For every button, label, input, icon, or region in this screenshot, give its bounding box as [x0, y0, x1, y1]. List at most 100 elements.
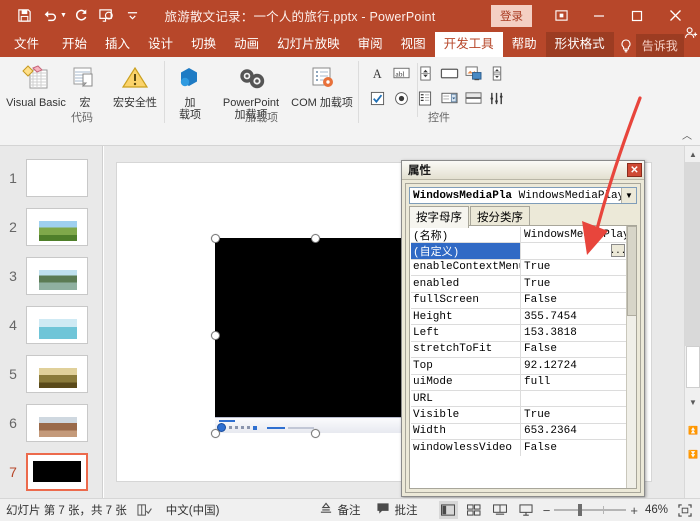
tab-home[interactable]: 开始: [53, 32, 96, 57]
thumbnail-slide-2[interactable]: 2: [0, 203, 103, 251]
windows-media-player-object[interactable]: [215, 238, 415, 433]
properties-grid-scrollbar[interactable]: [626, 226, 636, 488]
property-value[interactable]: True: [521, 407, 626, 422]
table-row[interactable]: Left 153.3818: [411, 325, 626, 341]
table-row[interactable]: Visible True: [411, 407, 626, 423]
property-value[interactable]: 92.12724: [521, 358, 626, 373]
fit-slide-icon[interactable]: [675, 501, 694, 519]
tab-view[interactable]: 视图: [392, 32, 435, 57]
maximize-icon[interactable]: [618, 0, 656, 31]
optionbutton-control-icon[interactable]: [391, 88, 411, 108]
properties-dialog-close-icon[interactable]: ✕: [627, 163, 642, 177]
spellcheck-icon[interactable]: [137, 503, 152, 517]
property-value[interactable]: full: [521, 375, 626, 390]
media-volume-track[interactable]: [288, 427, 314, 429]
property-value[interactable]: False: [521, 342, 626, 357]
tab-animations[interactable]: 动画: [225, 32, 268, 57]
notes-button[interactable]: 备注: [319, 502, 360, 518]
vertical-scrollbar[interactable]: ▲ ▼ ⏫ ⏬: [684, 146, 700, 498]
language-label[interactable]: 中文(中国): [166, 502, 220, 518]
zoom-track[interactable]: [554, 509, 626, 511]
selection-handle-middle-left[interactable]: [211, 331, 220, 340]
chevron-down-icon[interactable]: ▼: [621, 188, 636, 203]
table-row-selected[interactable]: (自定义) ...: [411, 243, 626, 259]
undo-dropdown-icon[interactable]: ▼: [60, 12, 67, 19]
properties-dialog[interactable]: 属性 ✕ WindowsMediaPla WindowsMediaPlayer …: [401, 160, 645, 497]
comments-button[interactable]: 批注: [376, 502, 417, 518]
visual-basic-button[interactable]: Visual Basic: [4, 61, 68, 109]
listbox-control-icon[interactable]: [415, 88, 435, 108]
thumbnail-slide-6[interactable]: 6: [0, 399, 103, 447]
media-rewind-button[interactable]: [241, 426, 244, 429]
selection-handle-top-center[interactable]: [311, 234, 320, 243]
tab-shape-format[interactable]: 形状格式: [546, 32, 614, 57]
minimize-icon[interactable]: [580, 0, 618, 31]
reading-view-button[interactable]: [491, 501, 510, 519]
tab-developer[interactable]: 开发工具: [435, 32, 503, 57]
custom-properties-ellipsis-button[interactable]: ...: [611, 244, 625, 257]
media-next-button[interactable]: [253, 426, 257, 430]
property-value[interactable]: 153.3818: [521, 325, 626, 340]
tell-me-box[interactable]: 告诉我: [614, 34, 684, 57]
more-controls-icon[interactable]: [487, 88, 507, 108]
property-value[interactable]: True: [521, 276, 626, 291]
zoom-level-label[interactable]: 46%: [645, 504, 668, 516]
tab-alphabetic[interactable]: 按字母序: [409, 206, 469, 228]
customize-qat-icon[interactable]: [121, 5, 145, 27]
zoom-slider[interactable]: − +: [543, 503, 638, 518]
next-slide-button[interactable]: ⏬: [685, 446, 700, 462]
collapse-ribbon-button[interactable]: ︿: [682, 127, 692, 142]
thumbnail-slide-4[interactable]: 4: [0, 301, 103, 349]
label-control-icon[interactable]: A: [367, 63, 387, 83]
scrollbar-track-upper[interactable]: [685, 162, 700, 346]
tab-file[interactable]: 文件: [0, 32, 53, 57]
save-icon[interactable]: [12, 5, 36, 27]
scrollbar-control-icon[interactable]: [487, 63, 507, 83]
slide-sorter-view-button[interactable]: [465, 501, 484, 519]
media-volume-slider[interactable]: [267, 427, 285, 429]
media-stop-button[interactable]: [229, 426, 232, 429]
image-control-icon[interactable]: [463, 63, 483, 83]
table-row[interactable]: Top 92.12724: [411, 358, 626, 374]
table-row[interactable]: uiMode full: [411, 375, 626, 391]
checkbox-control-icon[interactable]: [367, 88, 387, 108]
tab-insert[interactable]: 插入: [96, 32, 139, 57]
media-prev-button[interactable]: [235, 426, 238, 429]
thumbnail-slide-3[interactable]: 3: [0, 252, 103, 300]
table-row[interactable]: fullScreen False: [411, 293, 626, 309]
property-value[interactable]: ...: [521, 243, 626, 258]
previous-slide-button[interactable]: ⏫: [685, 422, 700, 438]
thumbnail-slide-1[interactable]: 1: [0, 154, 103, 202]
spinbutton-control-icon[interactable]: [415, 63, 435, 83]
scroll-up-button[interactable]: ▲: [685, 146, 700, 162]
property-value[interactable]: True: [521, 260, 626, 275]
table-row[interactable]: (名称) WindowsMediaPlayer1: [411, 227, 626, 243]
tab-design[interactable]: 设计: [139, 32, 182, 57]
tab-review[interactable]: 审阅: [349, 32, 392, 57]
redo-icon[interactable]: [69, 5, 93, 27]
selection-handle-bottom-center[interactable]: [311, 429, 320, 438]
table-row[interactable]: Width 653.2364: [411, 424, 626, 440]
selection-handle-bottom-left[interactable]: [211, 429, 220, 438]
property-value[interactable]: False: [521, 293, 626, 308]
property-value[interactable]: WindowsMediaPlayer1: [521, 227, 626, 242]
undo-icon[interactable]: [38, 5, 62, 27]
normal-view-button[interactable]: [439, 501, 458, 519]
tab-help[interactable]: 帮助: [503, 32, 546, 57]
zoom-out-button[interactable]: −: [543, 503, 551, 518]
property-value[interactable]: [521, 391, 626, 406]
scrollbar-thumb[interactable]: [686, 346, 700, 388]
textbox-control-icon[interactable]: abl: [391, 63, 411, 83]
media-seek-bar[interactable]: [219, 420, 235, 422]
share-button[interactable]: 共享: [684, 15, 700, 57]
sign-in-button[interactable]: 登录: [491, 5, 532, 27]
table-row[interactable]: enabled True: [411, 276, 626, 292]
table-row[interactable]: windowlessVideo False: [411, 440, 626, 456]
slideshow-view-button[interactable]: [517, 501, 536, 519]
property-value[interactable]: 355.7454: [521, 309, 626, 324]
zoom-handle[interactable]: [578, 504, 582, 516]
scroll-down-button[interactable]: ▼: [685, 394, 700, 410]
togglebutton-control-icon[interactable]: [463, 88, 483, 108]
slide-thumbnail-panel[interactable]: 1 2 3 4: [0, 146, 103, 498]
properties-dialog-titlebar[interactable]: 属性 ✕: [402, 161, 644, 180]
